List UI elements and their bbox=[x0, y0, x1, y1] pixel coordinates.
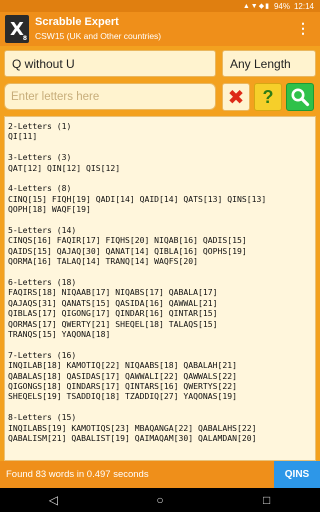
word-line[interactable]: QABALAS[18] QASIDAS[17] QAWWALI[22] QAWW… bbox=[8, 371, 315, 381]
recents-icon[interactable]: □ bbox=[247, 493, 287, 507]
dictionary-subtitle: CSW15 (UK and Other countries) bbox=[35, 31, 162, 41]
result-group: 3-Letters (3) QAT[12] QIN[12] QIS[12] bbox=[8, 152, 315, 173]
word-line[interactable]: CINQS[16] FAQIR[17] FIQHS[20] NIQAB[16] … bbox=[8, 235, 315, 245]
word-line[interactable]: QORMA[16] TALAQ[14] TRANQ[14] WAQFS[20] bbox=[8, 256, 315, 266]
results-list[interactable]: 2-Letters (1) QI[11] 3-Letters (3) QAT[12] … bbox=[4, 116, 316, 461]
clock: 12:14 bbox=[293, 1, 314, 11]
app-title: Scrabble Expert bbox=[35, 16, 119, 28]
group-heading: 4-Letters (8) bbox=[8, 183, 72, 194]
footer-bar: Found 83 words in 0.497 seconds QINS bbox=[0, 461, 320, 488]
word-line[interactable]: QAJAQS[31] QANATS[15] QASIDA[16] QAWWAL[… bbox=[8, 298, 315, 308]
overflow-menu-icon[interactable]: ⋮ bbox=[296, 20, 310, 36]
help-icon: ? bbox=[262, 86, 274, 107]
word-line[interactable]: TRANQS[15] YAQONA[18] bbox=[8, 329, 315, 339]
search-icon bbox=[291, 88, 310, 107]
logo-subscript: 8 bbox=[22, 35, 27, 42]
clear-button[interactable]: ✖ bbox=[222, 83, 250, 111]
word-line[interactable]: QABALISM[21] QABALIST[19] QAIMAQAM[30] Q… bbox=[8, 433, 315, 443]
group-heading: 6-Letters (18) bbox=[8, 277, 77, 288]
result-group: 8-Letters (15) INQILABS[19] KAMOTIQS[23] … bbox=[8, 412, 315, 443]
status-bar: ▲▼◆▮ 94% 12:14 bbox=[0, 0, 320, 12]
result-group: 6-Letters (18) FAQIRS[18] NIQAAB[17] NIQA… bbox=[8, 277, 315, 339]
word-line[interactable]: QAT[12] QIN[12] QIS[12] bbox=[8, 163, 315, 173]
word-line[interactable]: QOPH[18] WAQF[19] bbox=[8, 204, 315, 214]
search-type-select[interactable]: Q without U bbox=[4, 50, 216, 77]
clear-icon: ✖ bbox=[227, 85, 245, 109]
group-heading: 3-Letters (3) bbox=[8, 152, 72, 163]
word-line[interactable]: INQILAB[18] KAMOTIQ[22] NIQAABS[18] QABA… bbox=[8, 360, 315, 370]
length-select[interactable]: Any Length bbox=[222, 50, 316, 77]
word-line[interactable]: QAIDS[15] QAJAQ[30] QANAT[14] QIBLA[16] … bbox=[8, 246, 315, 256]
help-button[interactable]: ? bbox=[254, 83, 282, 111]
search-button[interactable] bbox=[286, 83, 314, 111]
word-line[interactable]: QI[11] bbox=[8, 131, 315, 141]
word-line[interactable]: INQILABS[19] KAMOTIQS[23] MBAQANGA[22] Q… bbox=[8, 423, 315, 433]
word-line[interactable]: QIGONGS[18] QINDARS[17] QINTARS[16] QWER… bbox=[8, 381, 315, 391]
battery-level: 94% bbox=[273, 1, 290, 11]
current-word-button[interactable]: QINS bbox=[274, 461, 320, 488]
word-line[interactable]: QORMAS[17] QWERTY[21] SHEQEL[18] TALAQS[… bbox=[8, 319, 315, 329]
group-heading: 7-Letters (16) bbox=[8, 349, 77, 360]
result-group: 2-Letters (1) QI[11] bbox=[8, 121, 315, 142]
search-summary: Found 83 words in 0.497 seconds bbox=[6, 469, 149, 480]
system-nav-bar: ◁ ○ □ bbox=[0, 488, 320, 512]
word-line[interactable]: CINQ[15] FIQH[19] QADI[14] QAID[14] QATS… bbox=[8, 194, 315, 204]
result-group: 5-Letters (14) CINQS[16] FAQIR[17] FIQHS[… bbox=[8, 225, 315, 267]
back-icon[interactable]: ◁ bbox=[33, 493, 73, 507]
status-icons: ▲▼◆▮ bbox=[242, 3, 270, 10]
word-line[interactable]: SHEQELS[19] TSADDIQ[18] TZADDIQ[27] YAQO… bbox=[8, 391, 315, 401]
group-heading: 2-Letters (1) bbox=[8, 121, 72, 131]
result-group: 7-Letters (16) INQILAB[18] KAMOTIQ[22] NI… bbox=[8, 350, 315, 402]
word-line[interactable]: QIBLAS[17] QIGONG[17] QINDAR[16] QINTAR[… bbox=[8, 308, 315, 318]
app-bar: X 8 Scrabble Expert CSW15 (UK and Other … bbox=[0, 12, 320, 46]
group-heading: 5-Letters (14) bbox=[8, 225, 77, 236]
home-icon[interactable]: ○ bbox=[140, 493, 180, 507]
app-logo: X 8 bbox=[5, 15, 29, 43]
result-group: 4-Letters (8) CINQ[15] FIQH[19] QADI[14] … bbox=[8, 183, 315, 214]
word-line[interactable]: FAQIRS[18] NIQAAB[17] NIQABS[17] QABALA[… bbox=[8, 287, 315, 297]
group-heading: 8-Letters (15) bbox=[8, 412, 77, 423]
letters-input[interactable]: Enter letters here bbox=[4, 83, 216, 110]
